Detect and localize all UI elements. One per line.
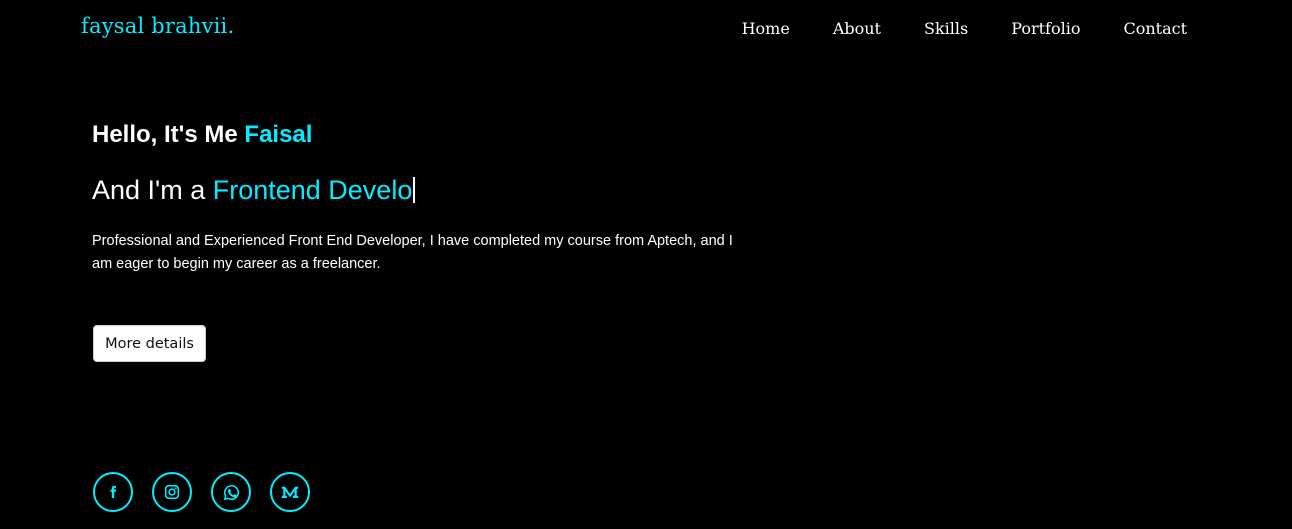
facebook-link[interactable] <box>93 472 133 512</box>
greeting-prefix: Hello, It's Me <box>92 121 245 148</box>
typing-caret <box>413 177 416 203</box>
role-typed-text: Frontend Develo <box>212 175 413 205</box>
hero-role: And I'm a Frontend Develo <box>92 172 752 208</box>
greeting-name: Faisal <box>244 121 313 148</box>
whatsapp-link[interactable] <box>211 472 251 512</box>
role-prefix: And I'm a <box>92 175 213 205</box>
hero-greeting: Hello, It's Me Faisal <box>92 118 752 152</box>
medium-icon <box>281 486 299 498</box>
hero-section: Hello, It's Me Faisal And I'm a Frontend… <box>92 118 752 276</box>
nav-contact[interactable]: Contact <box>1123 18 1187 40</box>
social-links <box>93 472 329 512</box>
instagram-icon <box>164 484 180 500</box>
nav-skills[interactable]: Skills <box>924 18 968 40</box>
medium-link[interactable] <box>270 472 310 512</box>
facebook-icon <box>110 485 117 499</box>
main-nav: Home About Skills Portfolio Contact <box>699 18 1187 40</box>
whatsapp-icon <box>223 484 239 500</box>
nav-portfolio[interactable]: Portfolio <box>1011 18 1080 40</box>
more-details-button[interactable]: More details <box>93 325 206 362</box>
nav-home[interactable]: Home <box>742 18 790 40</box>
instagram-link[interactable] <box>152 472 192 512</box>
brand-logo[interactable]: faysal brahvii. <box>81 14 234 38</box>
hero-description: Professional and Experienced Front End D… <box>92 233 733 272</box>
nav-about[interactable]: About <box>833 18 881 40</box>
